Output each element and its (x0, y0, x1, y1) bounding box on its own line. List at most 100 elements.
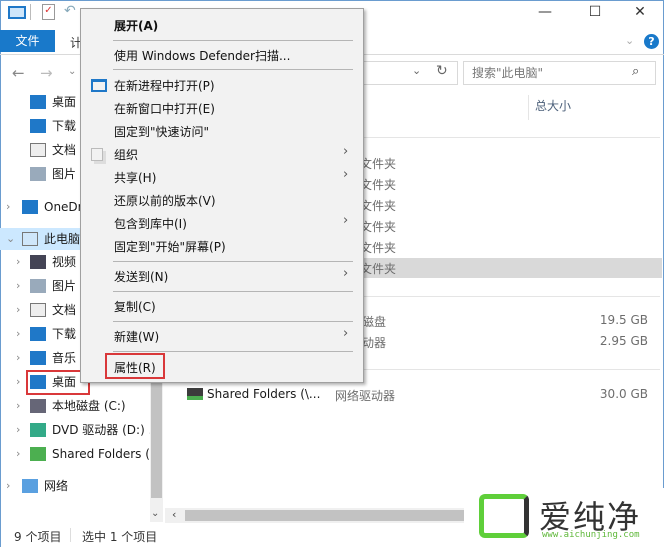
download-icon (30, 119, 46, 133)
refresh-button[interactable]: ↻ (436, 63, 448, 79)
submenu-arrow-icon: › (343, 266, 349, 281)
cloud-icon (22, 200, 38, 214)
computer-icon (22, 232, 38, 246)
chevron-right-icon[interactable]: › (16, 443, 20, 465)
nav-item-label: 视频 (52, 255, 77, 269)
ribbon-expand-chevron-icon[interactable]: ⌄ (625, 34, 634, 47)
nav-item[interactable]: › Shared Folders ( (0, 443, 150, 465)
menu-item-pin-start[interactable]: 固定到"开始"屏幕(P) (114, 238, 226, 255)
folder-type: 文件夹 (360, 157, 397, 171)
menu-item-defender-scan[interactable]: 使用 Windows Defender扫描... (114, 47, 290, 64)
column-header-total-size[interactable]: 总大小 (535, 97, 571, 114)
menu-separator (113, 291, 353, 292)
highlight-properties-box (105, 353, 165, 379)
chevron-right-icon[interactable]: › (6, 475, 10, 497)
menu-separator (113, 40, 353, 41)
menu-item-restore-versions[interactable]: 还原以前的版本(V) (114, 192, 216, 209)
selected-row-highlight (360, 258, 662, 278)
status-selected-count: 选中 1 个项目 (82, 530, 158, 544)
menu-item-organize[interactable]: 组织 (114, 146, 138, 163)
status-divider (70, 528, 71, 542)
network-drive-icon (30, 447, 46, 461)
chevron-right-icon[interactable]: › (16, 299, 20, 321)
chevron-right-icon[interactable]: › (16, 323, 20, 345)
chevron-down-icon[interactable]: ⌄ (6, 228, 15, 250)
watermark-logo-icon (479, 494, 529, 538)
network-icon (22, 479, 38, 493)
watermark-url: www.aichunjing.com (542, 530, 640, 540)
drive-type: 磁盘 (362, 315, 387, 329)
nav-item[interactable]: › DVD 驱动器 (D:) . (0, 419, 150, 441)
menu-item-share[interactable]: 共享(H) (114, 169, 156, 186)
menu-item-expand[interactable]: 展开(A) (114, 17, 158, 34)
toolbar-divider (30, 4, 31, 20)
menu-item-include-library[interactable]: 包含到库中(I) (114, 215, 187, 232)
column-separator (528, 95, 529, 120)
chevron-right-icon[interactable]: › (16, 419, 20, 441)
menu-item-pin-quick-access[interactable]: 固定到"快速访问" (114, 123, 209, 140)
nav-item-label: 下载 (52, 119, 77, 133)
menu-item-open-new-process[interactable]: 在新进程中打开(P) (114, 77, 215, 94)
menu-item-send-to[interactable]: 发送到(N) (114, 268, 168, 285)
network-drive-icon (187, 388, 203, 400)
forward-button[interactable]: → (40, 64, 53, 82)
chevron-right-icon[interactable]: › (16, 251, 20, 273)
minimize-button[interactable]: — (530, 4, 560, 20)
horizontal-scroll-thumb[interactable] (185, 510, 475, 521)
folder-type: 文件夹 (360, 220, 397, 234)
menu-item-copy[interactable]: 复制(C) (114, 298, 156, 315)
picture-icon (30, 279, 46, 293)
folder-type: 文件夹 (360, 178, 397, 192)
network-drive-name[interactable]: Shared Folders (\... (207, 387, 320, 401)
folder-type: 文件夹 (360, 199, 397, 213)
help-icon[interactable]: ? (644, 34, 659, 49)
nav-item[interactable]: › 网络 (0, 475, 150, 497)
address-dropdown-icon[interactable]: ⌄ (412, 64, 421, 77)
nav-item-label: 图片 (52, 167, 77, 181)
network-drive-size: 30.0 GB (599, 387, 648, 401)
search-input[interactable]: 搜索"此电脑" (463, 61, 656, 85)
music-icon (30, 351, 46, 365)
undo-icon[interactable]: ↶ (64, 3, 76, 19)
menu-separator (113, 351, 353, 352)
download-icon (30, 327, 46, 341)
folder-type: 文件夹 (360, 241, 397, 255)
picture-icon (30, 167, 46, 181)
menu-item-new[interactable]: 新建(W) (114, 328, 159, 345)
chevron-right-icon[interactable]: › (16, 371, 20, 393)
folder-type: 文件夹 (360, 262, 397, 276)
network-drive-type: 网络驱动器 (335, 389, 396, 403)
watermark: 爱纯净 www.aichunjing.com (464, 488, 664, 547)
scroll-left-icon[interactable]: ‹ (172, 508, 176, 521)
chevron-right-icon[interactable]: › (16, 347, 20, 369)
drive-size: 2.95 GB (599, 334, 648, 348)
nav-item-label: 图片 (52, 279, 77, 293)
chevron-right-icon[interactable]: › (16, 275, 20, 297)
drive-size: 19.5 GB (599, 313, 648, 327)
nav-item-label: 音乐 (52, 351, 77, 365)
document-icon (30, 143, 46, 157)
menu-item-open-new-window[interactable]: 在新窗口中打开(E) (114, 100, 215, 117)
close-button[interactable]: ✕ (625, 4, 655, 20)
nav-item[interactable]: › 本地磁盘 (C:) (0, 395, 150, 417)
nav-item-label: 文档 (52, 143, 77, 157)
nav-item-label: 本地磁盘 (C:) (52, 399, 126, 413)
tab-file[interactable]: 文件 (0, 30, 55, 52)
computer-icon (8, 6, 26, 19)
chevron-right-icon[interactable]: › (6, 196, 10, 218)
menu-separator (113, 69, 353, 70)
maximize-button[interactable]: ☐ (580, 4, 610, 20)
recent-locations-chevron-icon[interactable]: ⌄ (68, 66, 76, 77)
context-menu: 展开(A) 使用 Windows Defender扫描... 在新进程中打开(P… (80, 8, 364, 383)
properties-quick-icon[interactable]: ✓ (42, 4, 55, 20)
submenu-arrow-icon: › (343, 167, 349, 182)
menu-separator (113, 321, 353, 322)
menu-separator (113, 261, 353, 262)
back-button[interactable]: ← (12, 64, 25, 82)
nav-item-label: Shared Folders ( (52, 447, 150, 461)
nav-item-label: 网络 (44, 479, 69, 493)
chevron-right-icon[interactable]: › (16, 395, 20, 417)
status-item-count: 9 个项目 (14, 530, 62, 544)
nav-item-label: 文档 (52, 303, 77, 317)
scroll-down-icon[interactable]: ⌄ (151, 508, 159, 519)
